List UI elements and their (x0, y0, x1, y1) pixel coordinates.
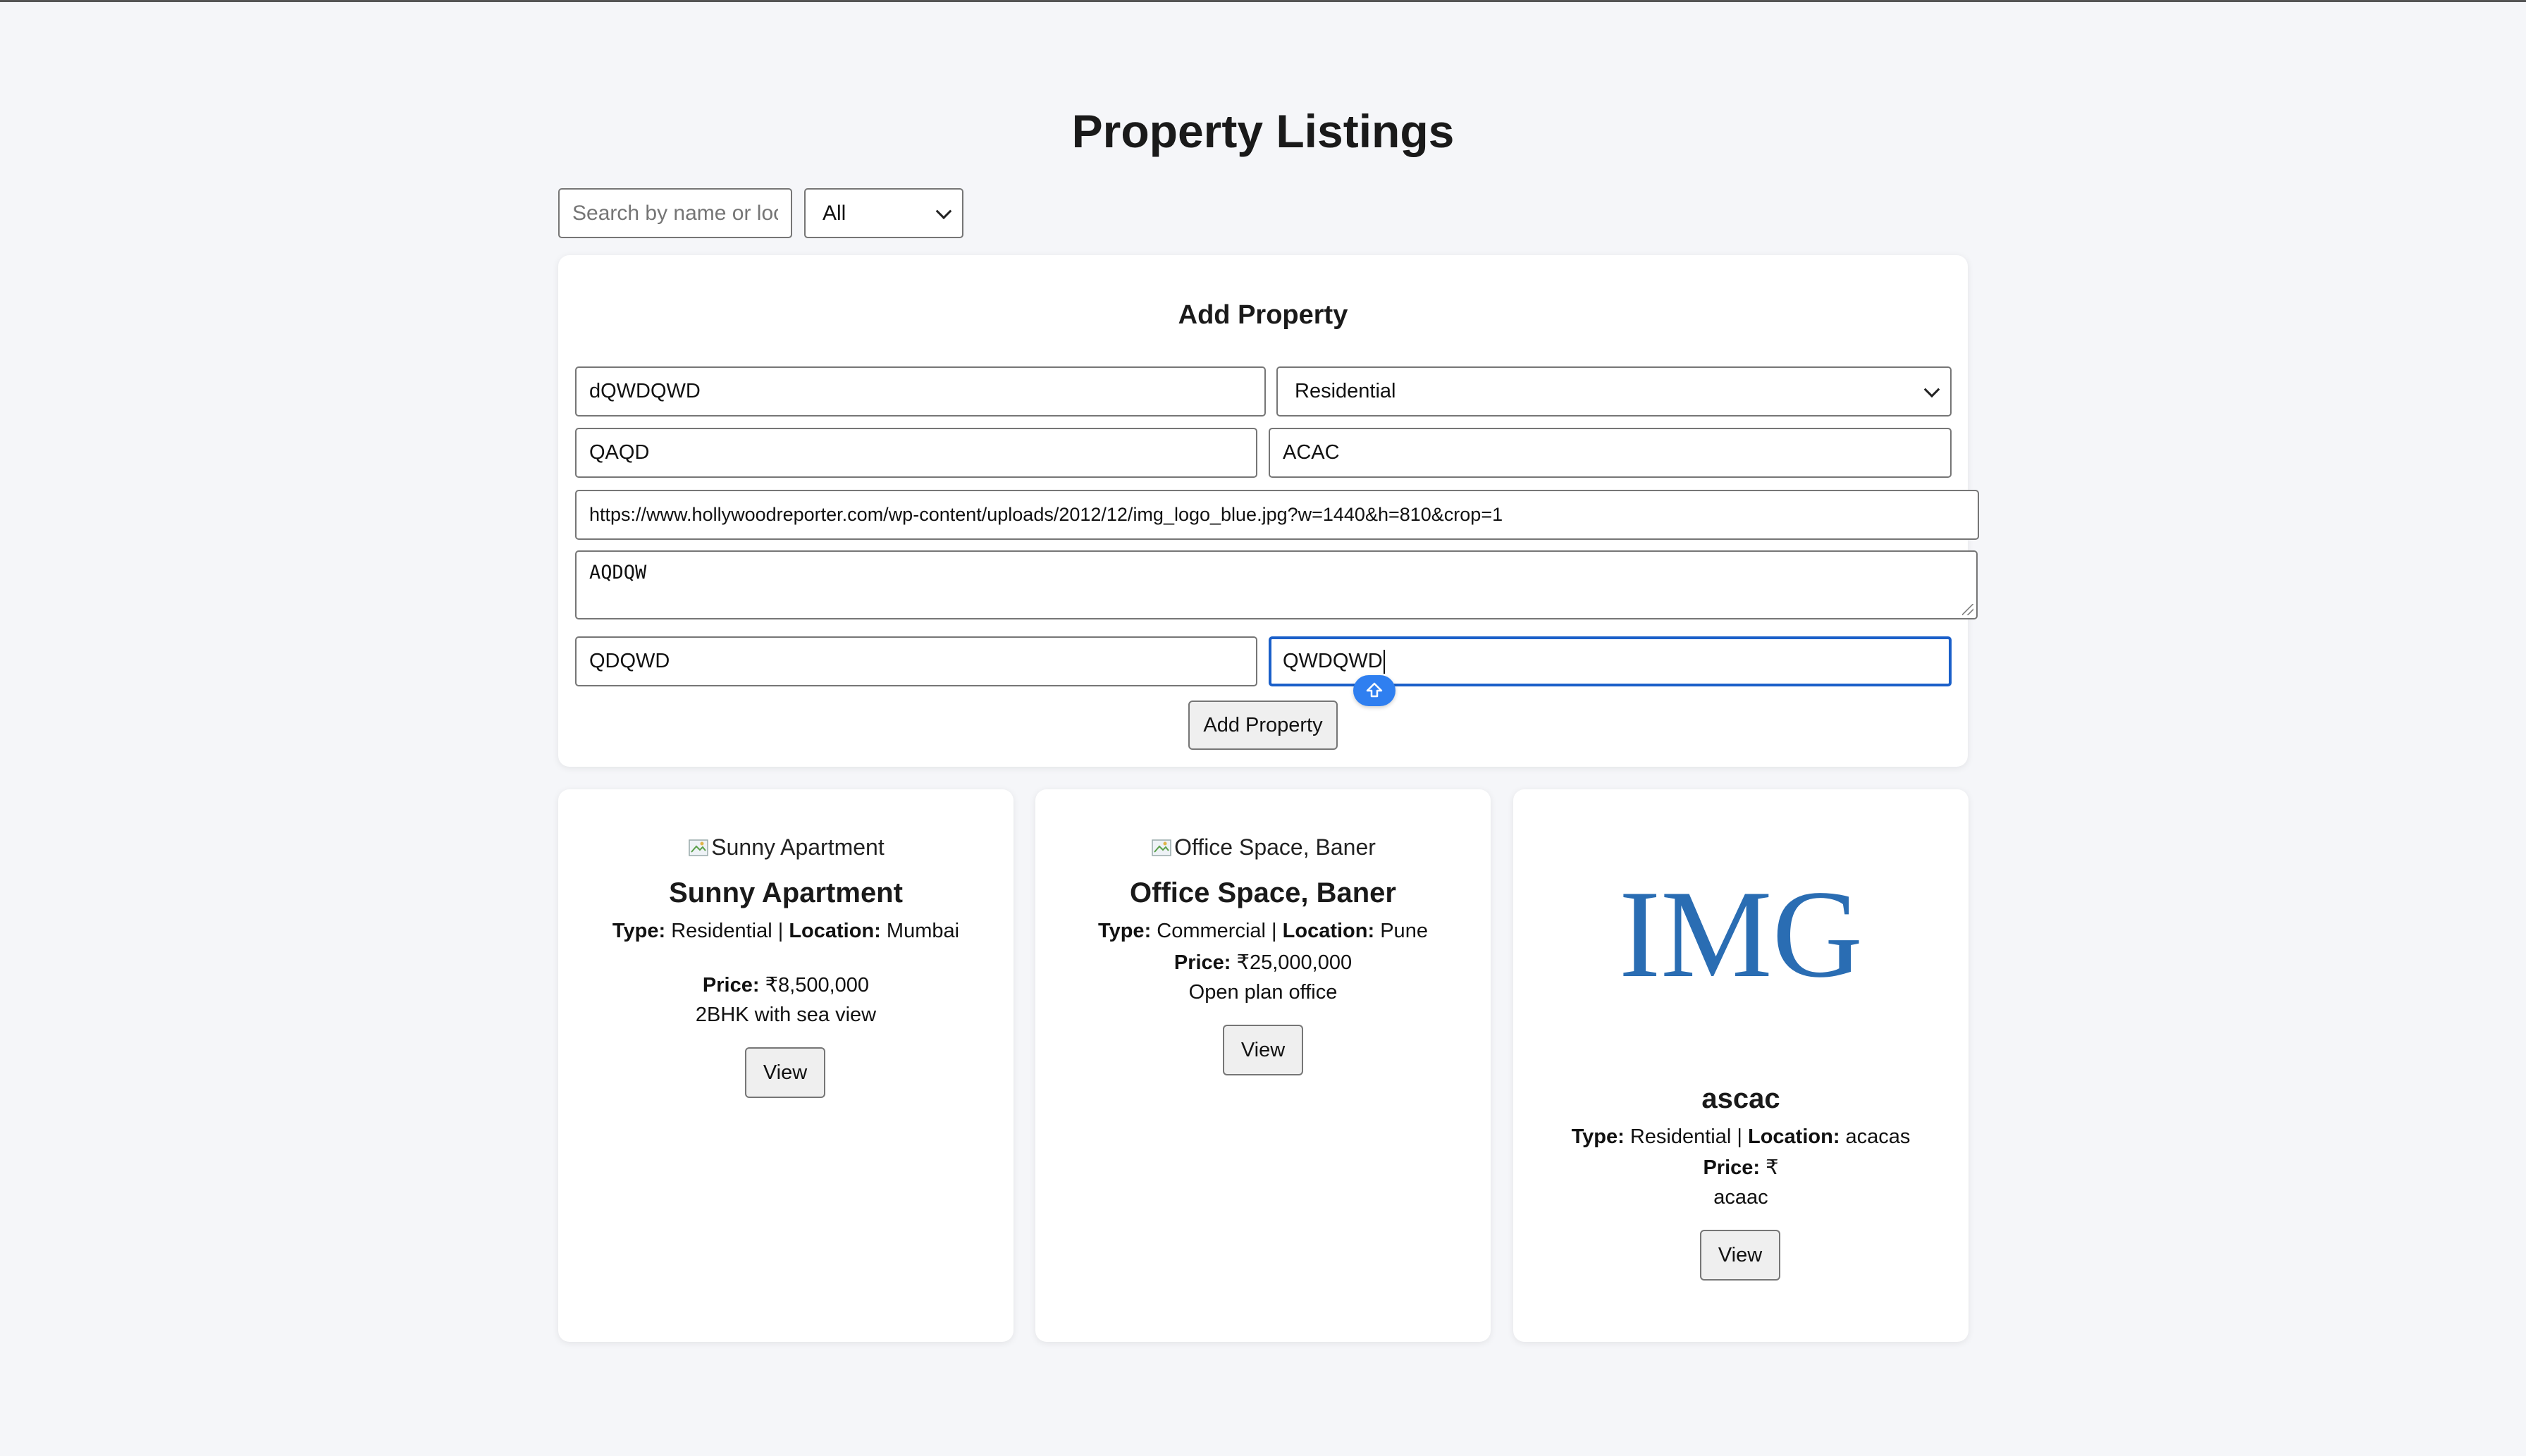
view-button[interactable]: View (1700, 1230, 1780, 1281)
type-value: Residential (1629, 1125, 1732, 1148)
extra-field-1[interactable]: QDQWD (575, 636, 1257, 686)
property-card: Sunny Apartment Sunny Apartment Type: Re… (558, 789, 1014, 1342)
price-field-value: ACAC (1283, 441, 1340, 464)
caps-lock-indicator (1353, 675, 1396, 706)
add-property-button-label: Add Property (1203, 713, 1323, 736)
view-button[interactable]: View (1223, 1025, 1303, 1075)
location-value: Pune (1380, 920, 1428, 942)
type-select[interactable]: Residential (1276, 366, 1952, 417)
property-price: Price: ₹8,500,000 (558, 973, 1014, 997)
broken-image-icon (1152, 839, 1171, 856)
type-filter-value: All (823, 201, 846, 225)
property-description: Open plan office (1188, 981, 1338, 1004)
location-field-value: QAQD (589, 441, 650, 464)
view-button-label: View (1718, 1243, 1763, 1266)
type-select-value: Residential (1295, 380, 1396, 402)
view-button[interactable]: View (745, 1047, 825, 1098)
separator: | (1737, 1125, 1742, 1148)
price-field[interactable]: ACAC (1269, 428, 1952, 478)
add-property-form: Add Property dQWDQWD Residential QAQD AC… (558, 255, 1979, 767)
name-field-value: dQWDQWD (589, 380, 701, 402)
separator: | (777, 920, 784, 942)
property-name: ascac (1701, 1083, 1780, 1114)
location-label: Location: (1282, 920, 1375, 942)
chevron-down-icon (1923, 381, 1940, 397)
logo-text: IMG (1619, 877, 1863, 985)
image-alt-text: Sunny Apartment (711, 834, 885, 860)
property-price: Price: ₹ (1513, 1156, 1969, 1180)
add-property-button[interactable]: Add Property (1188, 701, 1338, 750)
property-price: Price: ₹25,000,000 (1035, 951, 1491, 975)
window-top-border (0, 0, 2526, 2)
type-label: Type: (1098, 920, 1152, 942)
location-label: Location: (789, 920, 881, 942)
property-name: Office Space, Baner (1130, 877, 1396, 908)
form-title: Add Property (1178, 300, 1348, 330)
broken-image-icon (689, 839, 708, 856)
type-label: Type: (612, 920, 666, 942)
image-url-value: https://www.hollywoodreporter.com/wp-con… (589, 504, 1503, 525)
view-button-label: View (1240, 1038, 1286, 1061)
separator: | (1271, 920, 1277, 942)
type-value: Commercial (1157, 920, 1266, 942)
extra-field-2-value: QWDQWD (1283, 650, 1383, 672)
view-button-label: View (763, 1061, 808, 1084)
chevron-down-icon (935, 202, 952, 219)
location-label: Location: (1747, 1125, 1840, 1148)
price-value: ₹8,500,000 (765, 974, 870, 997)
description-textarea[interactable]: AQDQW (575, 550, 1978, 619)
type-value: Residential (671, 920, 772, 942)
search-input[interactable] (558, 188, 792, 238)
property-image: Sunny Apartment (558, 834, 1014, 863)
price-value: ₹ (1766, 1156, 1779, 1179)
property-meta: Type: Residential | Location: Mumbai (558, 919, 1014, 943)
image-alt-text: Office Space, Baner (1174, 834, 1376, 860)
property-meta: Type: Residential | Location: acacas (1513, 1125, 1969, 1149)
price-label: Price: (1703, 1156, 1761, 1179)
type-filter-select[interactable]: All (804, 188, 963, 238)
property-image-logo: IMG (1619, 877, 1863, 985)
page-title: Property Listings (1071, 105, 1455, 157)
type-select-arrow (1922, 368, 1950, 415)
property-name: Sunny Apartment (669, 877, 903, 908)
image-url-field[interactable]: https://www.hollywoodreporter.com/wp-con… (575, 490, 1979, 540)
type-label: Type: (1571, 1125, 1625, 1148)
price-value: ₹25,000,000 (1236, 951, 1353, 974)
price-label: Price: (702, 974, 760, 997)
location-field[interactable]: QAQD (575, 428, 1257, 478)
property-image: Office Space, Baner (1035, 834, 1491, 863)
property-description: acaac (1713, 1186, 1768, 1209)
property-description: 2BHK with sea view (695, 1004, 877, 1026)
text-caret (1383, 649, 1385, 674)
shift-arrow-icon (1366, 682, 1383, 698)
resize-handle-icon[interactable] (1962, 604, 1973, 615)
description-value: AQDQW (589, 562, 647, 584)
location-value: Mumbai (886, 920, 960, 942)
filter-bar: All (558, 188, 963, 238)
name-field[interactable]: dQWDQWD (575, 366, 1266, 417)
property-card: IMG ascac Type: Residential | Location: … (1513, 789, 1969, 1342)
extra-field-1-value: QDQWD (589, 650, 670, 672)
price-label: Price: (1173, 951, 1231, 974)
property-meta: Type: Commercial | Location: Pune (1035, 919, 1491, 943)
property-card: Office Space, Baner Office Space, Baner … (1035, 789, 1491, 1342)
location-value: acacas (1845, 1125, 1911, 1148)
